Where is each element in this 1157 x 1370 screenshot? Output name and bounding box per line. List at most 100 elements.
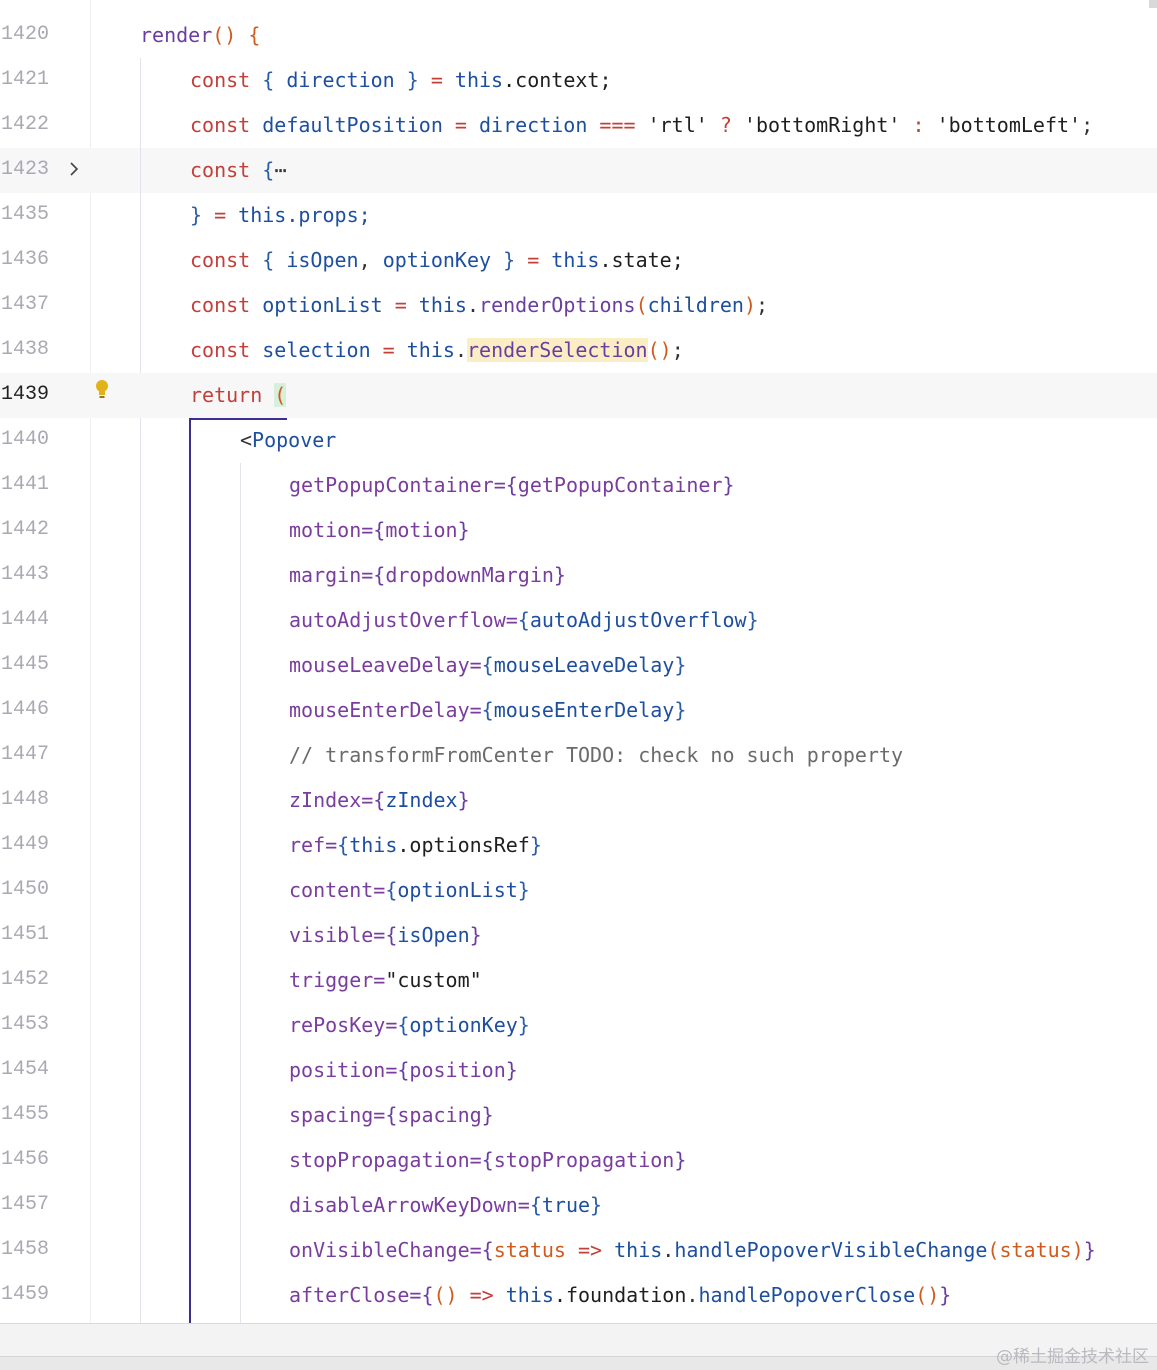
lightbulb-icon[interactable]	[94, 378, 110, 402]
code-line[interactable]: 1446 mouseEnterDelay={mouseEnterDelay}	[0, 688, 1157, 733]
code-line[interactable]: 1445 mouseLeaveDelay={mouseLeaveDelay}	[0, 643, 1157, 688]
line-number: 1423	[1, 158, 50, 181]
line-number: 1459	[1, 1283, 50, 1306]
code-text[interactable]: motion={motion}	[289, 517, 470, 543]
code-text[interactable]: stopPropagation={stopPropagation}	[289, 1147, 686, 1173]
code-text[interactable]: position={position}	[289, 1057, 518, 1083]
code-line[interactable]: 1447 // transformFromCenter TODO: check …	[0, 733, 1157, 778]
code-line[interactable]: 1435 } = this.props;	[0, 193, 1157, 238]
line-number: 1458	[1, 1238, 50, 1261]
code-line[interactable]: 1442 motion={motion}	[0, 508, 1157, 553]
code-line[interactable]: 1436 const { isOpen, optionKey } = this.…	[0, 238, 1157, 283]
code-line[interactable]: 1452 trigger="custom"	[0, 958, 1157, 1003]
code-text[interactable]: autoAdjustOverflow={autoAdjustOverflow}	[289, 607, 759, 633]
code-text[interactable]: onVisibleChange={status => this.handlePo…	[289, 1237, 1096, 1263]
code-text[interactable]: disableArrowKeyDown={true}	[289, 1192, 602, 1218]
line-number: 1456	[1, 1148, 50, 1171]
code-text[interactable]: visible={isOpen}	[289, 922, 482, 948]
line-number: 1435	[1, 203, 50, 226]
selection-highlight: renderSelection	[466, 338, 648, 362]
line-number: 1445	[1, 653, 50, 676]
code-text[interactable]: content={optionList}	[289, 877, 530, 903]
code-text[interactable]: spacing={spacing}	[289, 1102, 494, 1128]
line-number: 1457	[1, 1193, 50, 1216]
code-text[interactable]: } = this.props;	[190, 202, 371, 228]
code-text[interactable]: ref={this.optionsRef}	[289, 832, 542, 858]
line-number: 1449	[1, 833, 50, 856]
code-text[interactable]: rePosKey={optionKey}	[289, 1012, 530, 1038]
line-number: 1452	[1, 968, 50, 991]
code-text[interactable]: render() {	[140, 22, 260, 48]
code-line[interactable]: 1455 spacing={spacing}	[0, 1093, 1157, 1138]
code-line[interactable]: 1443 margin={dropdownMargin}	[0, 553, 1157, 598]
code-line[interactable]: 1450 content={optionList}	[0, 868, 1157, 913]
code-text[interactable]: const { direction } = this.context;	[190, 67, 611, 93]
line-number: 1420	[1, 23, 50, 46]
line-number: 1454	[1, 1058, 50, 1081]
line-number: 1436	[1, 248, 50, 271]
line-number: 1438	[1, 338, 50, 361]
line-number: 1440	[1, 428, 50, 451]
line-number-current: 1439	[1, 383, 50, 406]
line-number: 1443	[1, 563, 50, 586]
scrollbar-corner[interactable]	[1149, 0, 1157, 8]
code-text[interactable]: margin={dropdownMargin}	[289, 562, 566, 588]
code-text[interactable]: const {⋯	[190, 157, 286, 183]
line-number: 1442	[1, 518, 50, 541]
code-line[interactable]: 1420 render() {	[0, 13, 1157, 58]
chevron-right-icon[interactable]	[67, 159, 81, 179]
code-line[interactable]: 1421 const { direction } = this.context;	[0, 58, 1157, 103]
matching-paren: (	[274, 383, 287, 407]
indent-guide-active	[189, 418, 191, 1323]
line-number: 1455	[1, 1103, 50, 1126]
line-number: 1451	[1, 923, 50, 946]
code-text[interactable]: afterClose={() => this.foundation.handle…	[289, 1282, 951, 1308]
code-line[interactable]: 1444 autoAdjustOverflow={autoAdjustOverf…	[0, 598, 1157, 643]
code-text[interactable]: const optionList = this.renderOptions(ch…	[190, 292, 768, 318]
line-number: 1450	[1, 878, 50, 901]
code-line-folded[interactable]: 1423 const {⋯	[0, 148, 1157, 193]
indent-guide	[140, 58, 141, 373]
code-line[interactable]: 1438 const selection = this.renderSelect…	[0, 328, 1157, 373]
code-text[interactable]: const defaultPosition = direction === 'r…	[190, 112, 1093, 138]
line-number: 1444	[1, 608, 50, 631]
code-line[interactable]: 1422 const defaultPosition = direction =…	[0, 103, 1157, 148]
line-number: 1448	[1, 788, 50, 811]
code-line[interactable]: 1441 getPopupContainer={getPopupContaine…	[0, 463, 1157, 508]
code-line[interactable]: 1457 disableArrowKeyDown={true}	[0, 1183, 1157, 1228]
code-line[interactable]: 1456 stopPropagation={stopPropagation}	[0, 1138, 1157, 1183]
watermark: @稀土掘金技术社区	[996, 1347, 1149, 1367]
code-line[interactable]: 1448 zIndex={zIndex}	[0, 778, 1157, 823]
line-number: 1422	[1, 113, 50, 136]
code-text[interactable]: trigger="custom"	[289, 967, 482, 993]
code-line[interactable]: 1459 afterClose={() => this.foundation.h…	[0, 1273, 1157, 1318]
line-number: 1453	[1, 1013, 50, 1036]
code-comment[interactable]: // transformFromCenter TODO: check no su…	[289, 742, 903, 768]
indent-guide-active-bracket	[189, 418, 287, 420]
code-line[interactable]: 1454 position={position}	[0, 1048, 1157, 1093]
code-line[interactable]: 1451 visible={isOpen}	[0, 913, 1157, 958]
code-text[interactable]: getPopupContainer={getPopupContainer}	[289, 472, 735, 498]
line-number: 1441	[1, 473, 50, 496]
line-number: 1447	[1, 743, 50, 766]
code-line[interactable]: 1449 ref={this.optionsRef}	[0, 823, 1157, 868]
code-line[interactable]: 1440 <Popover	[0, 418, 1157, 463]
code-text[interactable]: const { isOpen, optionKey } = this.state…	[190, 247, 684, 273]
code-text[interactable]: zIndex={zIndex}	[289, 787, 470, 813]
line-number: 1421	[1, 68, 50, 91]
bottom-bar: @稀土掘金技术社区	[0, 1323, 1157, 1370]
code-line-current[interactable]: 1439 return (	[0, 373, 1157, 418]
code-text[interactable]: return (	[190, 382, 287, 408]
code-text[interactable]: <Popover	[240, 427, 336, 453]
indent-guide	[240, 463, 241, 1323]
line-number: 1446	[1, 698, 50, 721]
fold-ellipsis: ⋯	[274, 158, 287, 182]
code-line[interactable]: 1453 rePosKey={optionKey}	[0, 1003, 1157, 1048]
code-text[interactable]: mouseLeaveDelay={mouseLeaveDelay}	[289, 652, 686, 678]
code-text[interactable]: const selection = this.renderSelection()…	[190, 337, 684, 363]
code-editor[interactable]: 1420 render() { 1421 const { direction }…	[0, 0, 1157, 1323]
code-text[interactable]: mouseEnterDelay={mouseEnterDelay}	[289, 697, 686, 723]
code-line[interactable]: 1437 const optionList = this.renderOptio…	[0, 283, 1157, 328]
line-number: 1437	[1, 293, 50, 316]
code-line[interactable]: 1458 onVisibleChange={status => this.han…	[0, 1228, 1157, 1273]
